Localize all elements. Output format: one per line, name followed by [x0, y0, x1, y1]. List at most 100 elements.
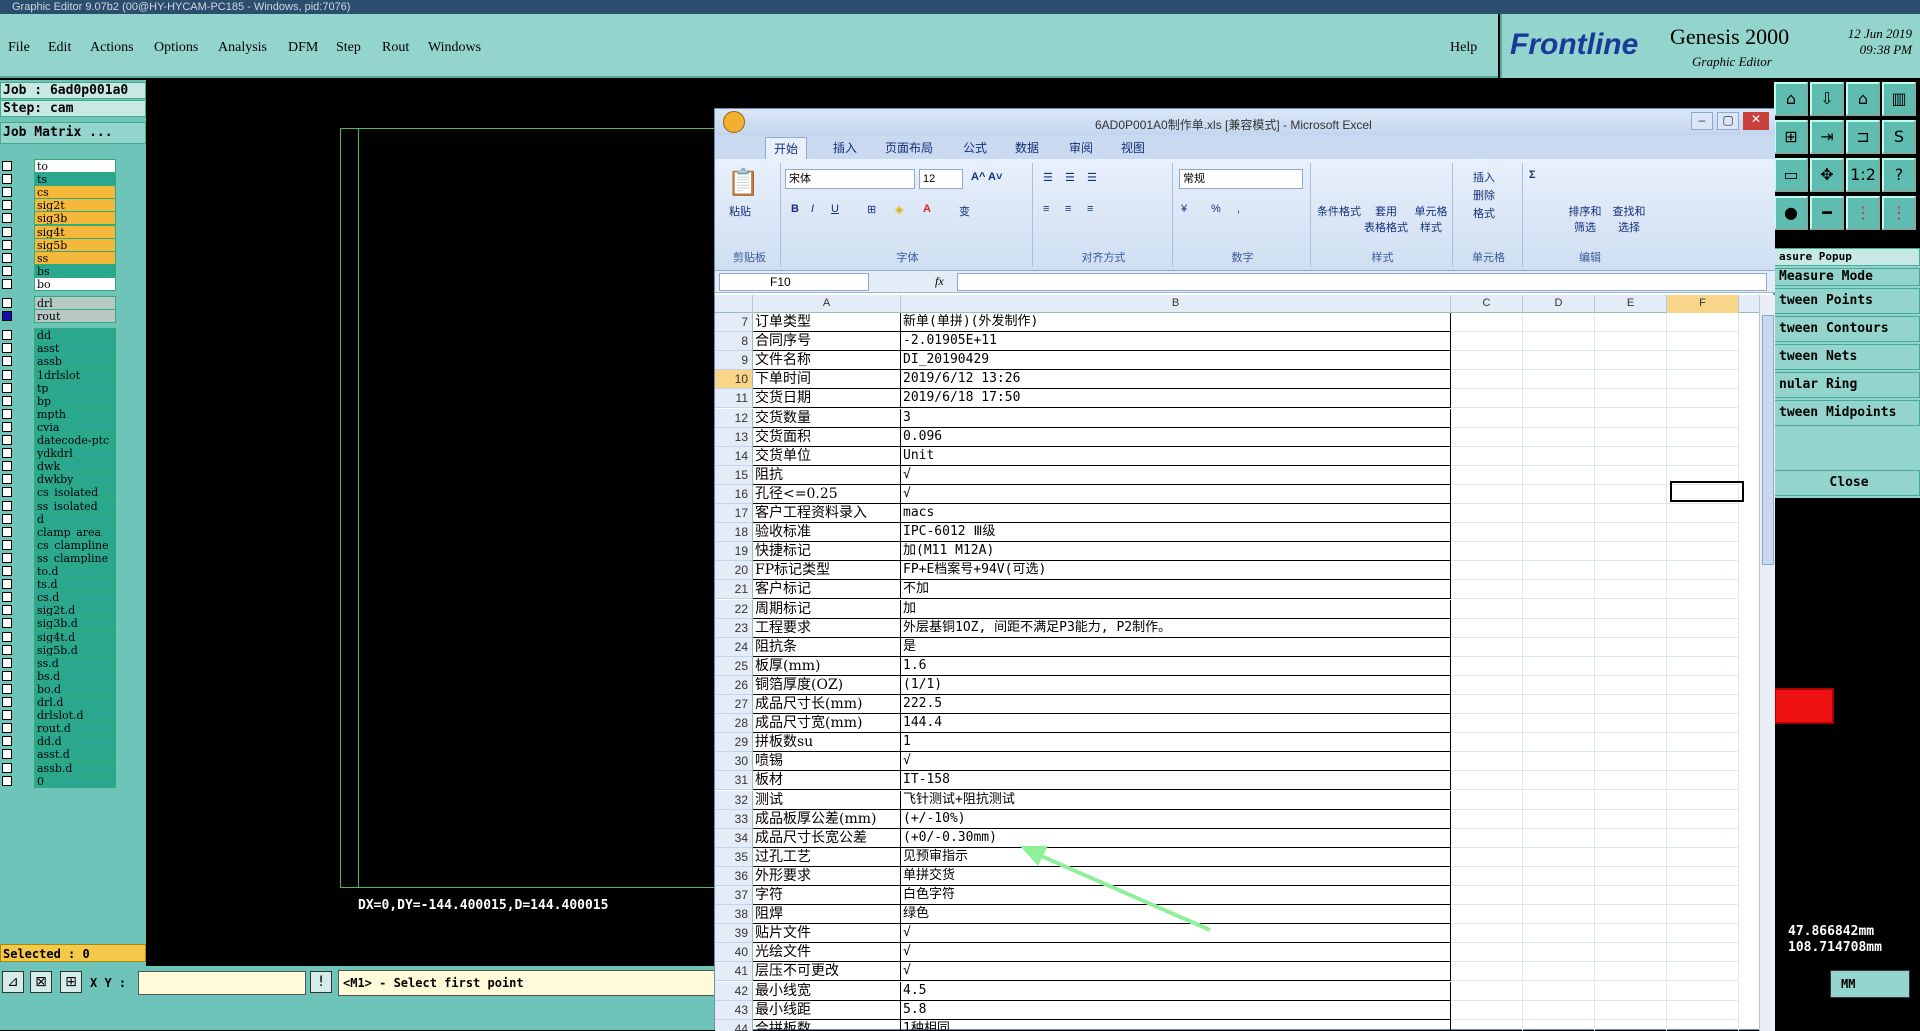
cell-a[interactable]: 铜箔厚度(OZ) [753, 675, 901, 695]
cell-empty[interactable] [1523, 828, 1595, 848]
alert-icon[interactable]: ! [310, 971, 332, 993]
layer-checkbox[interactable] [2, 252, 12, 263]
cell-a[interactable]: 板厚(mm) [753, 656, 901, 676]
cell-empty[interactable] [1523, 599, 1595, 619]
row-number[interactable]: 7 [715, 313, 753, 332]
cell-empty[interactable] [1523, 943, 1595, 963]
layer-checkbox[interactable] [2, 749, 12, 760]
cell-empty[interactable] [1595, 332, 1667, 352]
layer-name[interactable]: rout [34, 309, 116, 324]
cell-a[interactable]: 客户工程资料录入 [753, 504, 901, 523]
cell-empty[interactable] [1523, 389, 1595, 409]
layer-row-1drlslot[interactable]: 1drlslot [2, 367, 116, 382]
font-name-combo[interactable]: 宋体 [785, 169, 915, 189]
layer-row-cs.d[interactable]: cs.d [2, 589, 116, 605]
layer-row-sig2t.d[interactable]: sig2t.d [2, 602, 116, 618]
cell-a[interactable]: 板材 [753, 771, 901, 791]
cell-empty[interactable] [1595, 752, 1667, 772]
cell-empty[interactable] [1595, 389, 1667, 409]
layer-row-ss.d[interactable]: ss.d [2, 655, 116, 670]
align-top-icon[interactable]: ☰ [1043, 171, 1053, 184]
cell-empty[interactable] [1667, 924, 1739, 944]
cell-b[interactable]: 1.6 [901, 656, 1451, 676]
layer-checkbox[interactable] [2, 526, 12, 537]
cell-empty[interactable] [1667, 905, 1739, 925]
sum-icon[interactable]: Σ [1529, 169, 1536, 181]
tool-icon-13[interactable]: ● [1774, 196, 1808, 230]
layer-row-mpth[interactable]: mpth [2, 406, 116, 421]
layer-checkbox[interactable] [2, 435, 12, 445]
cell-b[interactable]: √ [901, 484, 1451, 504]
layer-checkbox[interactable] [2, 500, 12, 511]
office-button[interactable] [723, 111, 745, 133]
mode-between-points[interactable]: tween Points [1774, 288, 1920, 314]
layer-row-ydkdrl[interactable]: ydkdrl [2, 445, 116, 461]
align-middle-icon[interactable]: ☰ [1065, 171, 1075, 184]
cell-empty[interactable] [1523, 790, 1595, 810]
cell-b[interactable]: 飞针测试+阻抗测试 [901, 790, 1451, 810]
cell-b[interactable]: macs [901, 504, 1451, 523]
cell-empty[interactable] [1523, 905, 1595, 925]
layer-checkbox[interactable] [2, 513, 12, 524]
row-number[interactable]: 28 [715, 714, 753, 734]
cell-empty[interactable] [1595, 351, 1667, 371]
cell-a[interactable]: 周期标记 [753, 599, 901, 619]
cell-empty[interactable] [1451, 561, 1523, 581]
cell-empty[interactable] [1523, 504, 1595, 523]
cell-empty[interactable] [1667, 408, 1739, 428]
insert-button[interactable]: 插入 [1473, 169, 1495, 185]
row-number[interactable]: 26 [715, 675, 753, 695]
cell-empty[interactable] [1595, 790, 1667, 810]
menu-step[interactable]: Step [336, 40, 361, 56]
mode-between-nets[interactable]: tween Nets [1774, 344, 1920, 370]
cell-empty[interactable] [1667, 886, 1739, 905]
layer-checkbox[interactable] [2, 631, 12, 642]
col-header-c[interactable]: C [1451, 295, 1523, 313]
tab-insert[interactable]: 插入 [833, 139, 857, 156]
cell-empty[interactable] [1523, 427, 1595, 447]
cell-empty[interactable] [1451, 943, 1523, 963]
cell-empty[interactable] [1523, 1000, 1595, 1020]
cell-empty[interactable] [1595, 504, 1667, 523]
cell-empty[interactable] [1523, 714, 1595, 734]
cell-empty[interactable] [1451, 313, 1523, 332]
cell-empty[interactable] [1667, 1000, 1739, 1020]
cell-empty[interactable] [1451, 847, 1523, 867]
number-format-combo[interactable]: 常规 [1179, 169, 1303, 189]
row-number[interactable]: 43 [715, 1000, 753, 1020]
cell-empty[interactable] [1667, 351, 1739, 371]
layer-checkbox[interactable] [2, 670, 12, 681]
close-icon[interactable]: ✕ [1743, 112, 1769, 130]
cell-empty[interactable] [1523, 981, 1595, 1001]
cell-empty[interactable] [1595, 523, 1667, 543]
cell-empty[interactable] [1595, 886, 1667, 905]
cell-empty[interactable] [1595, 484, 1667, 504]
cell-b[interactable]: √ [901, 752, 1451, 772]
cell-b[interactable]: -2.01905E+11 [901, 332, 1451, 352]
cell-a[interactable]: 成品尺寸长(mm) [753, 695, 901, 714]
cell-empty[interactable] [1451, 809, 1523, 829]
layer-checkbox[interactable] [2, 369, 12, 380]
layer-row-bo.d[interactable]: bo.d [2, 681, 116, 696]
cell-empty[interactable] [1451, 695, 1523, 714]
layer-checkbox[interactable] [2, 278, 12, 289]
cell-empty[interactable] [1451, 332, 1523, 352]
layer-name[interactable]: bo [34, 276, 116, 291]
row-number[interactable]: 29 [715, 733, 753, 753]
row-number[interactable]: 22 [715, 599, 753, 619]
cell-b[interactable]: 0.096 [901, 427, 1451, 447]
cell-empty[interactable] [1667, 523, 1739, 543]
cell-a[interactable]: 下单时间 [753, 370, 901, 390]
cell-empty[interactable] [1667, 332, 1739, 352]
cell-empty[interactable] [1523, 733, 1595, 753]
row-number[interactable]: 18 [715, 523, 753, 543]
cell-empty[interactable] [1523, 847, 1595, 867]
layer-row-datecode-ptc[interactable]: datecode-ptc [2, 432, 116, 447]
cell-empty[interactable] [1451, 752, 1523, 772]
layer-checkbox[interactable] [2, 213, 12, 224]
cell-empty[interactable] [1451, 790, 1523, 810]
cell-empty[interactable] [1451, 542, 1523, 562]
cell-empty[interactable] [1451, 771, 1523, 791]
cell-a[interactable]: 阻抗 [753, 465, 901, 485]
cell-empty[interactable] [1595, 1000, 1667, 1020]
